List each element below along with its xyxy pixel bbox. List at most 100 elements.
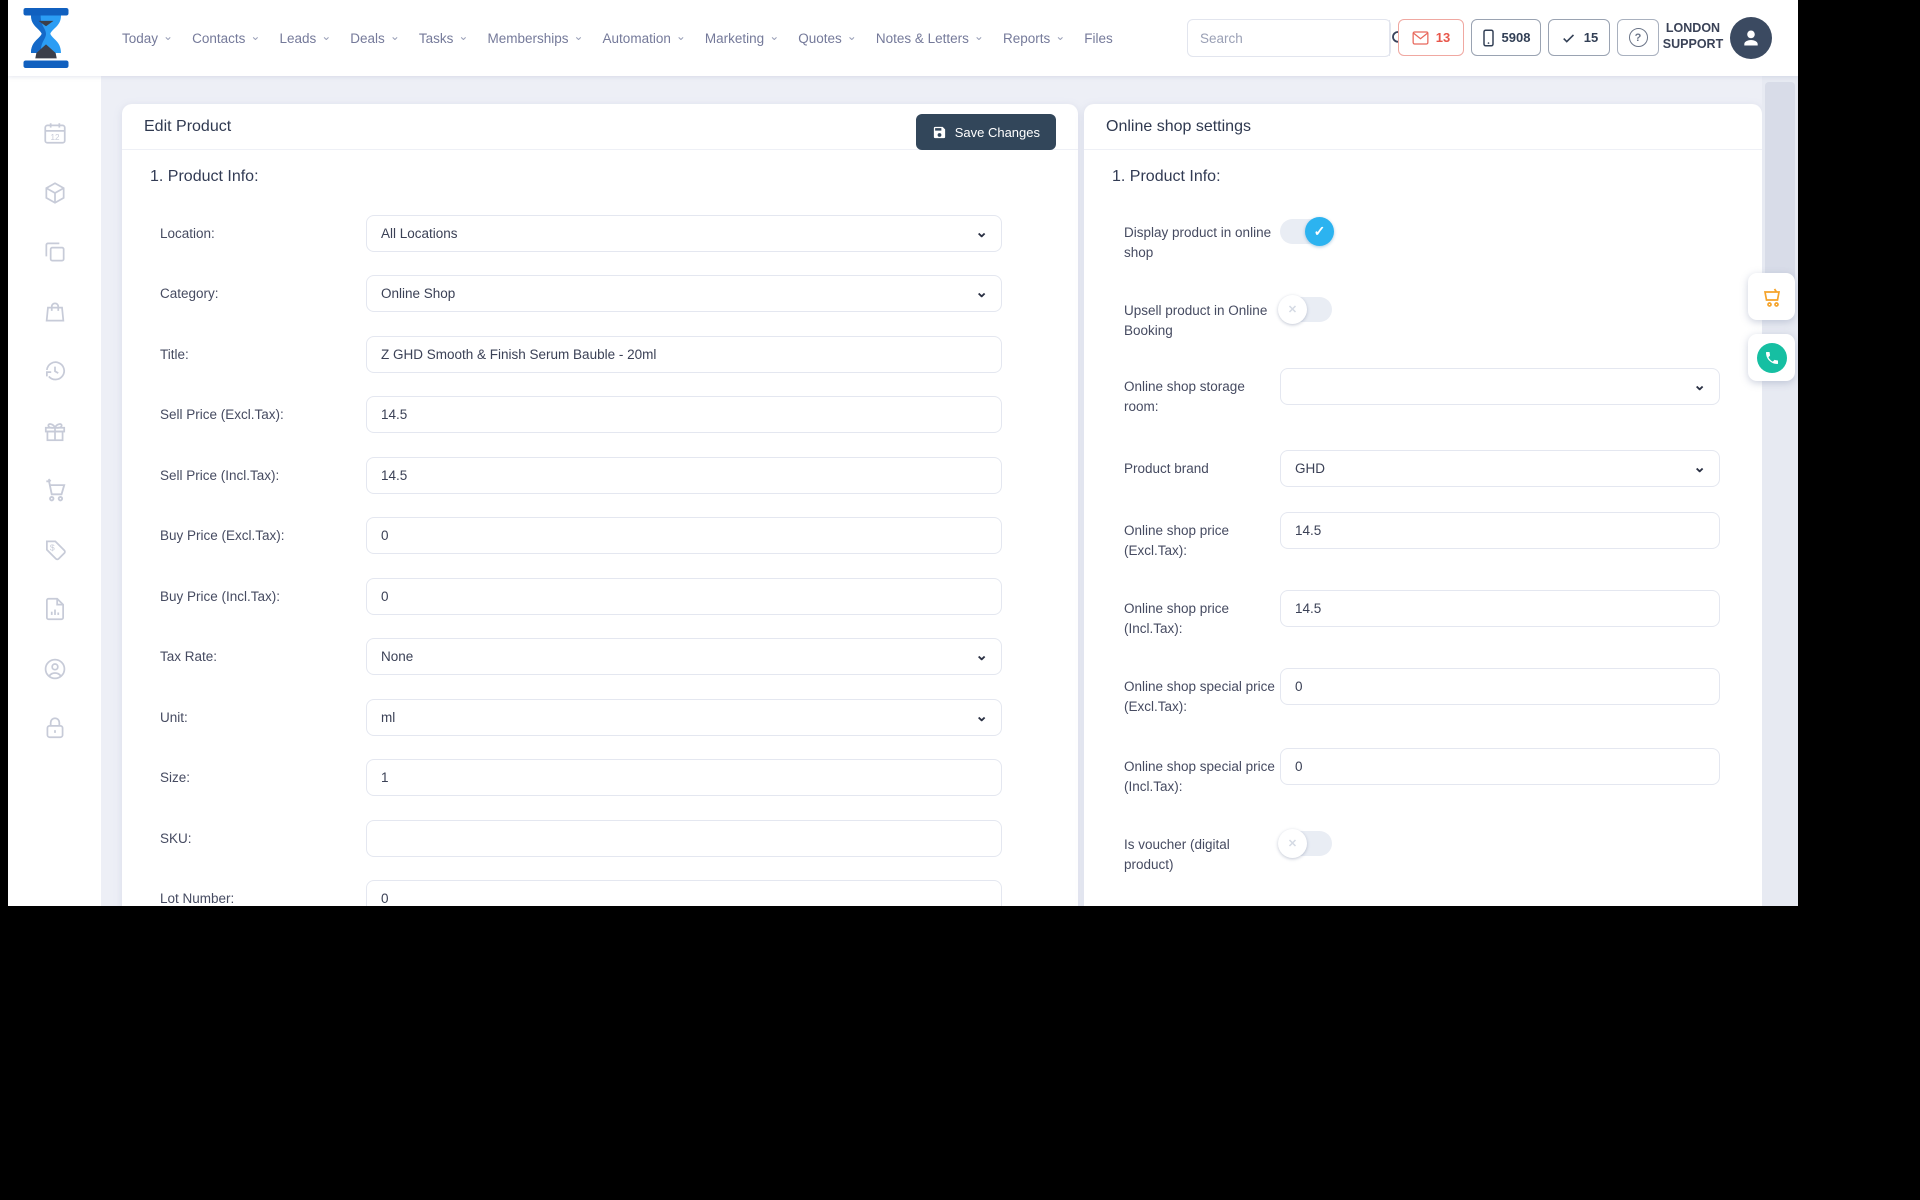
form-row-size: Size: 1 bbox=[122, 759, 1002, 796]
nav-memberships[interactable]: Memberships ⌄ bbox=[487, 30, 583, 46]
nav-contacts[interactable]: Contacts ⌄ bbox=[192, 30, 260, 46]
unit-select[interactable]: ml ⌄ bbox=[366, 699, 1002, 736]
form-row-sku: SKU: bbox=[122, 820, 1002, 857]
form-row-shop-price-incl: Online shop price (Incl.Tax): 14.5 bbox=[1084, 590, 1720, 640]
search-box bbox=[1187, 19, 1407, 57]
form-row-category: Category: Online Shop ⌄ bbox=[122, 275, 1002, 312]
lock-icon[interactable] bbox=[42, 715, 68, 741]
chevron-down-icon: ⌄ bbox=[1693, 377, 1706, 394]
sell-price-incl-input[interactable]: 14.5 bbox=[366, 457, 1002, 494]
category-select[interactable]: Online Shop ⌄ bbox=[366, 275, 1002, 312]
svg-text:12: 12 bbox=[50, 133, 60, 142]
chevron-down-icon: ⌄ bbox=[975, 224, 988, 241]
nav-today[interactable]: Today ⌄ bbox=[122, 30, 173, 46]
duplicate-icon[interactable] bbox=[42, 239, 68, 265]
form-row-shop-price-excl: Online shop price (Excl.Tax): 14.5 bbox=[1084, 512, 1720, 562]
app-logo-hourglass-icon[interactable] bbox=[20, 8, 72, 68]
section-title-product-info: 1. Product Info: bbox=[150, 168, 259, 185]
nav-leads[interactable]: Leads ⌄ bbox=[279, 30, 331, 46]
user-avatar[interactable] bbox=[1730, 17, 1772, 59]
form-row-buy-price-incl: Buy Price (Incl.Tax): 0 bbox=[122, 578, 1002, 615]
svg-text:$: $ bbox=[49, 542, 54, 552]
page-scrollbar[interactable] bbox=[1762, 76, 1798, 906]
messages-badge[interactable]: 13 bbox=[1398, 19, 1464, 56]
form-row-sell-price-incl: Sell Price (Incl.Tax): 14.5 bbox=[122, 457, 1002, 494]
shopping-bag-icon[interactable] bbox=[42, 299, 68, 325]
nav-automation[interactable]: Automation ⌄ bbox=[603, 30, 686, 46]
panel-title: Online shop settings bbox=[1106, 117, 1251, 135]
history-icon[interactable] bbox=[42, 358, 68, 384]
price-tag-icon[interactable]: $ bbox=[42, 537, 68, 563]
calls-count: 5908 bbox=[1501, 30, 1531, 45]
form-row-special-price-excl: Online shop special price (Excl.Tax): 0 bbox=[1084, 668, 1720, 718]
buy-price-excl-input[interactable]: 0 bbox=[366, 517, 1002, 554]
form-row-title: Title: Z GHD Smooth & Finish Serum Bauble… bbox=[122, 336, 1002, 373]
tax-rate-select[interactable]: None ⌄ bbox=[366, 638, 1002, 675]
product-brand-select[interactable]: GHD ⌄ bbox=[1280, 450, 1720, 487]
tasks-badge[interactable]: 15 bbox=[1548, 19, 1610, 56]
phone-icon bbox=[1756, 342, 1787, 373]
top-navigation-bar: Today ⌄ Contacts ⌄ Leads ⌄ Deals ⌄ Tasks ⌄ Me… bbox=[8, 0, 1798, 76]
chevron-down-icon: ⌄ bbox=[975, 708, 988, 725]
search-input[interactable] bbox=[1188, 30, 1389, 46]
checkmark-icon bbox=[1562, 33, 1574, 43]
shop-price-incl-input[interactable]: 14.5 bbox=[1280, 590, 1720, 627]
whatsapp-contact-button[interactable] bbox=[1748, 334, 1795, 381]
page-title: Edit Product bbox=[144, 117, 232, 135]
form-row-lot-number: Lot Number: 0 bbox=[122, 880, 1002, 906]
gift-icon[interactable] bbox=[42, 418, 68, 444]
calls-badge[interactable]: 5908 bbox=[1471, 19, 1541, 56]
shop-price-excl-input[interactable]: 14.5 bbox=[1280, 512, 1720, 549]
chevron-down-icon: ⌄ bbox=[975, 284, 988, 301]
form-row-tax-rate: Tax Rate: None ⌄ bbox=[122, 638, 1002, 675]
report-icon[interactable] bbox=[42, 596, 68, 622]
lot-number-input[interactable]: 0 bbox=[366, 880, 1002, 906]
help-badge[interactable]: ? bbox=[1617, 19, 1659, 56]
tasks-count: 15 bbox=[1583, 30, 1599, 45]
toggle-row-is-voucher: Is voucher (digital product) ✕ bbox=[1084, 826, 1332, 876]
form-row-location: Location: All Locations ⌄ bbox=[122, 215, 1002, 252]
main-nav: Today ⌄ Contacts ⌄ Leads ⌄ Deals ⌄ Tasks ⌄ Me… bbox=[122, 0, 1113, 76]
location-select[interactable]: All Locations ⌄ bbox=[366, 215, 1002, 252]
save-changes-button[interactable]: Save Changes bbox=[915, 114, 1056, 150]
smartphone-icon bbox=[1482, 28, 1494, 47]
special-price-incl-input[interactable]: 0 bbox=[1280, 748, 1720, 785]
nav-reports[interactable]: Reports ⌄ bbox=[1003, 30, 1065, 46]
storage-room-select[interactable]: ⌄ bbox=[1280, 368, 1720, 405]
buy-price-incl-input[interactable]: 0 bbox=[366, 578, 1002, 615]
special-price-excl-input[interactable]: 0 bbox=[1280, 668, 1720, 705]
sell-price-excl-input[interactable]: 14.5 bbox=[366, 396, 1002, 433]
user-circle-icon[interactable] bbox=[42, 656, 68, 682]
title-input[interactable]: Z GHD Smooth & Finish Serum Bauble - 20m… bbox=[366, 336, 1002, 373]
display-product-toggle[interactable]: ✓ bbox=[1280, 217, 1334, 246]
nav-marketing[interactable]: Marketing ⌄ bbox=[705, 30, 779, 46]
form-row-special-price-incl: Online shop special price (Incl.Tax): 0 bbox=[1084, 748, 1720, 798]
left-sidebar: 12 $ bbox=[8, 76, 101, 906]
section-title-product-info: 1. Product Info: bbox=[1112, 168, 1221, 185]
user-icon bbox=[1744, 30, 1758, 46]
is-voucher-toggle[interactable]: ✕ bbox=[1278, 829, 1332, 858]
online-shop-settings-panel: Online shop settings 1. Product Info: Di… bbox=[1084, 104, 1762, 906]
toggle-row-upsell-product: Upsell product in Online Booking ✕ bbox=[1084, 292, 1332, 342]
cart-icon[interactable] bbox=[42, 477, 68, 503]
check-icon: ✓ bbox=[1305, 217, 1334, 246]
nav-quotes[interactable]: Quotes ⌄ bbox=[798, 30, 857, 46]
toggle-row-display-product: Display product in online shop ✓ bbox=[1084, 214, 1334, 264]
form-row-sell-price-excl: Sell Price (Excl.Tax): 14.5 bbox=[122, 396, 1002, 433]
user-name-label: LONDON SUPPORT bbox=[1662, 21, 1724, 52]
nav-tasks[interactable]: Tasks ⌄ bbox=[419, 30, 469, 46]
x-icon: ✕ bbox=[1278, 829, 1307, 858]
messages-count: 13 bbox=[1435, 30, 1451, 45]
x-icon: ✕ bbox=[1278, 295, 1307, 324]
size-input[interactable]: 1 bbox=[366, 759, 1002, 796]
package-icon[interactable] bbox=[42, 180, 68, 206]
edit-product-header: Edit Product Save Changes bbox=[122, 104, 1078, 150]
nav-files[interactable]: Files bbox=[1084, 31, 1113, 46]
online-shop-cart-button[interactable] bbox=[1748, 273, 1795, 320]
upsell-product-toggle[interactable]: ✕ bbox=[1278, 295, 1332, 324]
calendar-icon[interactable]: 12 bbox=[42, 120, 68, 146]
nav-deals[interactable]: Deals ⌄ bbox=[350, 30, 400, 46]
cart-icon bbox=[1763, 288, 1780, 307]
nav-notes-letters[interactable]: Notes & Letters ⌄ bbox=[876, 30, 984, 46]
sku-input[interactable] bbox=[366, 820, 1002, 857]
